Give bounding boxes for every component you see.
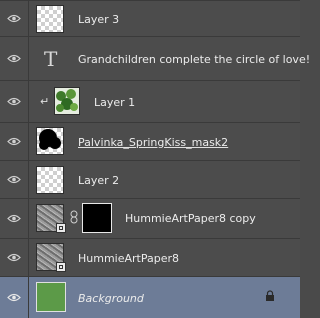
- lock-icon: [266, 290, 274, 301]
- visibility-toggle[interactable]: [0, 161, 29, 198]
- visibility-toggle[interactable]: [0, 37, 29, 80]
- layer-name[interactable]: Layer 3: [78, 13, 119, 26]
- layer-row-layer-2[interactable]: Layer 2: [0, 160, 300, 198]
- eye-icon: [7, 137, 21, 146]
- smart-object-icon: [56, 223, 66, 233]
- layer-row-background[interactable]: Background: [0, 276, 300, 318]
- clipping-mask-icon: ↵: [40, 95, 50, 108]
- photo-thumbnail-icon: [55, 88, 79, 114]
- visibility-toggle[interactable]: [0, 81, 29, 122]
- layer-row-layer-1[interactable]: ↵ Layer 1: [0, 80, 300, 122]
- layer-name[interactable]: Grandchildren complete the circle of lov…: [78, 53, 310, 66]
- eye-icon: [7, 97, 21, 106]
- layer-name[interactable]: HummieArtPaper8: [78, 252, 179, 265]
- layers-panel: Layer 3 T Grandchildren complete the cir…: [0, 0, 310, 318]
- layer-thumbnail: [36, 166, 64, 194]
- layer-row-layer-3[interactable]: Layer 3: [0, 0, 300, 36]
- layer-name[interactable]: Background: [78, 292, 144, 305]
- visibility-toggle[interactable]: [0, 199, 29, 238]
- visibility-toggle[interactable]: [0, 123, 29, 160]
- layer-name[interactable]: Palvinka_SpringKiss_mask2: [78, 136, 228, 149]
- eye-icon: [7, 253, 21, 262]
- eye-icon: [7, 214, 21, 223]
- visibility-toggle[interactable]: [0, 1, 29, 36]
- layer-thumbnail: [36, 5, 64, 33]
- layer-row-paper-copy[interactable]: HummieArtPaper8 copy: [0, 198, 300, 238]
- layer-name[interactable]: Layer 2: [78, 174, 119, 187]
- layer-row-paper[interactable]: HummieArtPaper8: [0, 238, 300, 276]
- visibility-toggle[interactable]: [0, 239, 29, 276]
- layer-mask-thumbnail[interactable]: [82, 203, 112, 233]
- eye-icon: [7, 175, 21, 184]
- layer-thumbnail: [36, 282, 66, 312]
- layer-thumbnail: [36, 127, 64, 155]
- layer-name[interactable]: Layer 1: [94, 96, 135, 109]
- text-layer-icon: T: [44, 47, 58, 71]
- layer-row-text[interactable]: T Grandchildren complete the circle of l…: [0, 36, 310, 80]
- layer-thumbnail: [54, 87, 80, 115]
- mask-shape-icon: [39, 129, 61, 150]
- chain-icon[interactable]: [70, 210, 78, 224]
- visibility-toggle[interactable]: [0, 277, 29, 318]
- layer-row-mask[interactable]: Palvinka_SpringKiss_mask2: [0, 122, 300, 160]
- eye-icon: [7, 293, 21, 302]
- smart-object-icon: [56, 262, 66, 272]
- eye-icon: [7, 14, 21, 23]
- layer-name[interactable]: HummieArtPaper8 copy: [125, 212, 256, 225]
- eye-icon: [7, 54, 21, 63]
